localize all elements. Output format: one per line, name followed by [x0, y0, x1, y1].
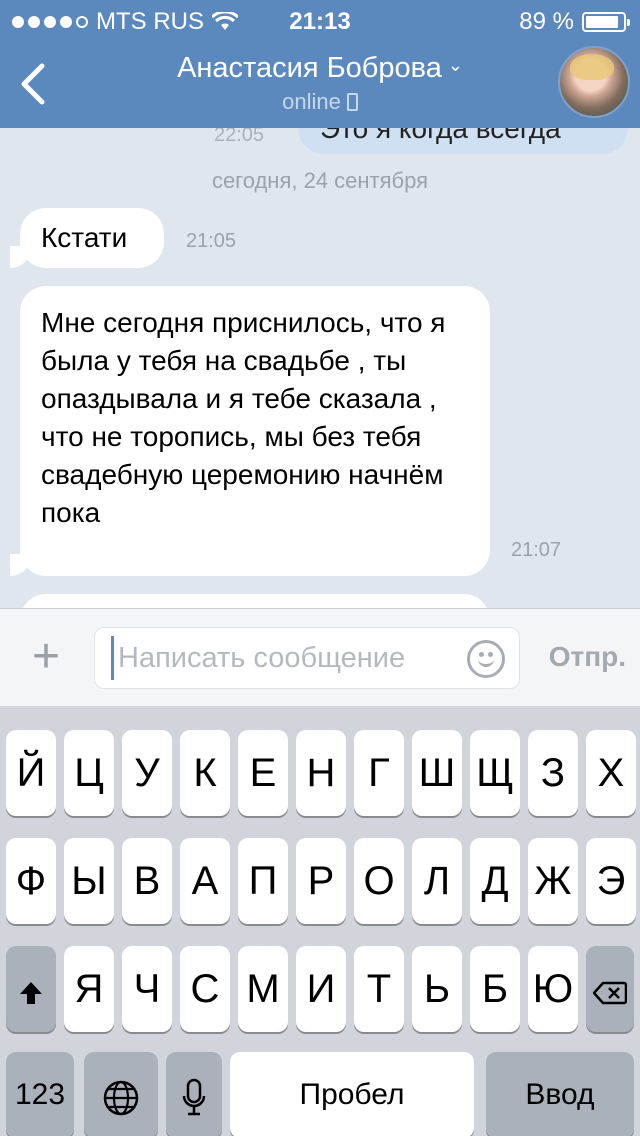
key[interactable]: Н [296, 730, 346, 816]
message-time: 21:05 [186, 230, 237, 252]
key[interactable]: Ь [412, 946, 462, 1032]
message-input[interactable] [111, 636, 451, 680]
chat-title[interactable]: Анастасия Боброва ⌄ [0, 52, 640, 85]
status-text: online [282, 89, 341, 114]
battery-percent: 89 % [519, 8, 574, 35]
dictation-key[interactable] [166, 1052, 222, 1136]
key[interactable]: Щ [470, 730, 520, 816]
key[interactable]: Ы [64, 838, 114, 924]
message-text: Кстати [41, 222, 128, 253]
shift-key[interactable] [6, 946, 56, 1032]
key[interactable]: Э [586, 838, 636, 924]
nav-header: MTS RUS 21:13 89 % Анастасия Боброва ⌄ on… [0, 0, 640, 128]
key[interactable]: Д [470, 838, 520, 924]
key[interactable]: Ю [528, 946, 578, 1032]
battery-icon [582, 12, 630, 32]
key[interactable]: Х [586, 730, 636, 816]
phone-icon [346, 93, 358, 111]
send-button[interactable]: Отпр. [549, 641, 626, 673]
battery-level-fill [586, 16, 619, 28]
numbers-key[interactable]: 123 [6, 1052, 74, 1136]
incoming-message-bubble[interactable]: Мне сегодня приснилось, что я была у теб… [20, 286, 490, 576]
key[interactable]: В [122, 838, 172, 924]
key[interactable]: О [354, 838, 404, 924]
incoming-message-bubble[interactable]: Кстати [20, 208, 164, 268]
message-list[interactable]: Это я когда всегда 22:05 сегодня, 24 сен… [0, 128, 640, 608]
date-separator: сегодня, 24 сентября [211, 168, 429, 193]
key[interactable]: З [528, 730, 578, 816]
online-status: online [0, 89, 640, 115]
emoji-icon[interactable] [467, 640, 505, 678]
message-time: 22:05 [214, 128, 265, 146]
key[interactable]: С [180, 946, 230, 1032]
key[interactable]: Ш [412, 730, 462, 816]
compose-bar: + Отпр. [0, 608, 640, 706]
globe-key[interactable] [84, 1052, 158, 1136]
key[interactable]: Ж [528, 838, 578, 924]
key[interactable]: К [180, 730, 230, 816]
key[interactable]: У [122, 730, 172, 816]
key[interactable]: Я [64, 946, 114, 1032]
key[interactable]: П [238, 838, 288, 924]
microphone-icon [182, 1078, 206, 1116]
key[interactable]: Р [296, 838, 346, 924]
outgoing-message-bubble[interactable]: Это я когда всегда [298, 128, 628, 154]
key[interactable]: Т [354, 946, 404, 1032]
key[interactable]: Ч [122, 946, 172, 1032]
shift-arrow-icon [20, 982, 42, 1004]
battery-status: 89 % [519, 8, 630, 36]
key[interactable]: Б [470, 946, 520, 1032]
space-key[interactable]: Пробел [230, 1052, 474, 1136]
status-bar: MTS RUS 21:13 89 % [0, 0, 640, 40]
message-text: Мне сегодня приснилось, что я была у теб… [41, 307, 446, 528]
plus-icon[interactable]: + [26, 633, 66, 681]
key[interactable]: Ф [6, 838, 56, 924]
key[interactable]: Г [354, 730, 404, 816]
globe-icon [103, 1080, 139, 1116]
contact-name: Анастасия Боброва [177, 52, 442, 84]
message-text: Это я когда всегда [320, 128, 561, 144]
keyboard: Й Ц У К Е Н Г Ш Щ З Х Ф Ы В А П Р О Л Д … [0, 706, 640, 1136]
backspace-icon [592, 981, 628, 1005]
message-time: 21:07 [511, 539, 562, 561]
avatar[interactable] [558, 46, 630, 118]
key[interactable]: И [296, 946, 346, 1032]
key[interactable]: Й [6, 730, 56, 816]
chevron-down-icon: ⌄ [447, 55, 463, 75]
key[interactable]: Л [412, 838, 462, 924]
chat-title-block[interactable]: Анастасия Боброва ⌄ online [0, 52, 640, 115]
message-field[interactable] [94, 627, 520, 689]
key[interactable]: М [238, 946, 288, 1032]
key[interactable]: Е [238, 730, 288, 816]
incoming-message-bubble-partial[interactable] [20, 594, 490, 608]
backspace-key[interactable] [586, 946, 634, 1032]
return-key[interactable]: Ввод [486, 1052, 634, 1136]
key[interactable]: Ц [64, 730, 114, 816]
key[interactable]: А [180, 838, 230, 924]
